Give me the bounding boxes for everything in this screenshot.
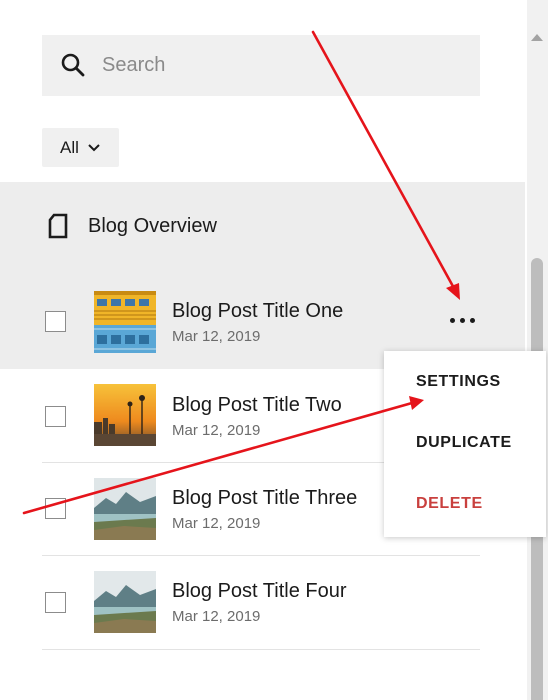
post-thumbnail	[94, 384, 156, 446]
row-divider	[42, 649, 480, 650]
post-date: Mar 12, 2019	[172, 608, 261, 625]
post-title[interactable]: Blog Post Title Four	[172, 580, 347, 603]
post-checkbox[interactable]	[45, 592, 66, 613]
post-thumbnail	[94, 478, 156, 540]
more-options-icon[interactable]	[450, 318, 480, 326]
post-date: Mar 12, 2019	[172, 422, 261, 439]
search-icon	[61, 53, 85, 77]
post-row[interactable]: Blog Post Title Four Mar 12, 2019	[0, 556, 480, 649]
scroll-up-arrow-icon[interactable]	[531, 34, 543, 41]
post-checkbox[interactable]	[45, 311, 66, 332]
blog-overview-label: Blog Overview	[88, 214, 217, 237]
post-date: Mar 12, 2019	[172, 515, 261, 532]
post-title[interactable]: Blog Post Title Three	[172, 487, 357, 510]
search-input[interactable]	[102, 48, 462, 82]
context-menu: SETTINGS DUPLICATE DELETE	[384, 351, 546, 537]
post-date: Mar 12, 2019	[172, 328, 261, 345]
chevron-down-icon	[88, 143, 100, 151]
post-title[interactable]: Blog Post Title One	[172, 300, 343, 323]
post-thumbnail	[94, 571, 156, 633]
menu-item-settings[interactable]: SETTINGS	[416, 373, 501, 391]
filter-dropdown[interactable]: All	[42, 128, 119, 167]
post-checkbox[interactable]	[45, 406, 66, 427]
menu-item-duplicate[interactable]: DUPLICATE	[416, 434, 512, 452]
document-icon	[48, 213, 68, 239]
post-thumbnail	[94, 291, 156, 353]
filter-label: All	[60, 137, 79, 157]
menu-item-delete[interactable]: DELETE	[416, 495, 483, 513]
blog-overview-item[interactable]: Blog Overview	[47, 213, 217, 239]
post-title[interactable]: Blog Post Title Two	[172, 394, 342, 417]
post-checkbox[interactable]	[45, 498, 66, 519]
